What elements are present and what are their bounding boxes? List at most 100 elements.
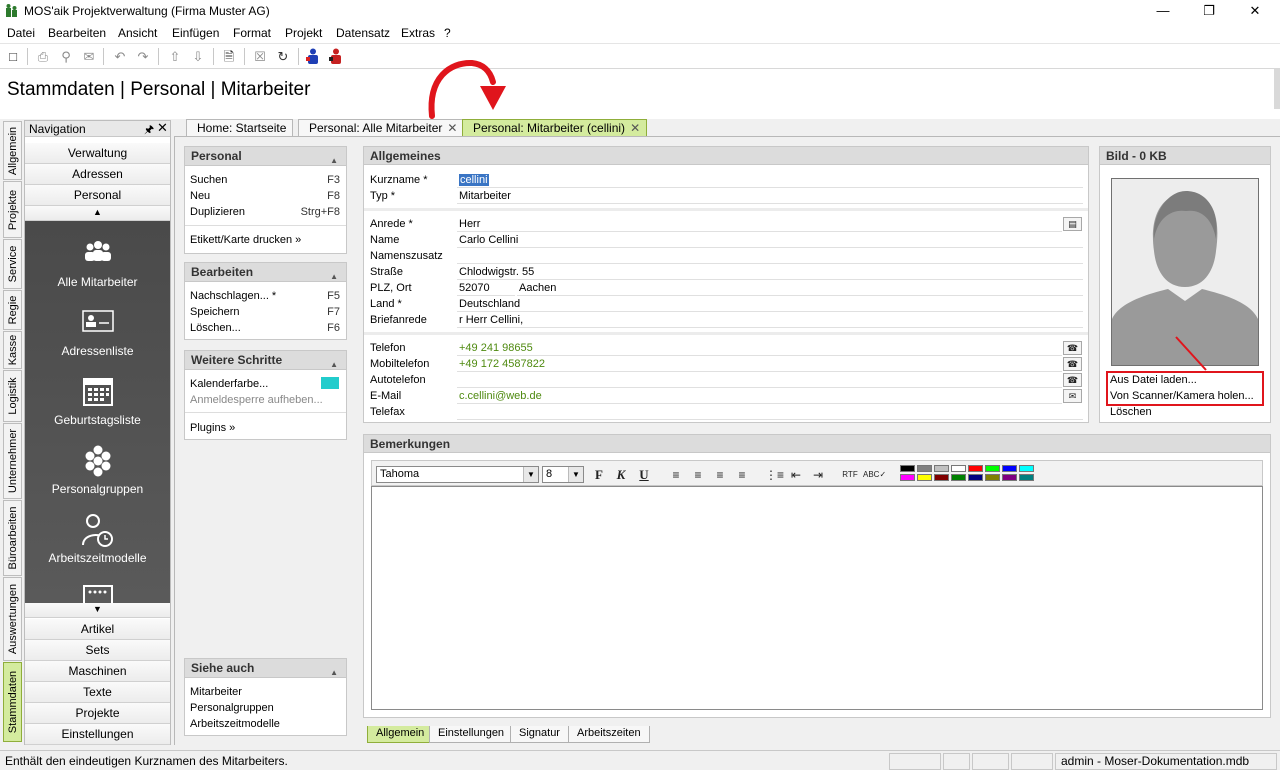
phone-dial-icon[interactable]: ☎ [1063, 341, 1082, 355]
print-preview-icon[interactable]: ⚲ [56, 47, 76, 67]
ort-field[interactable]: Aachen [517, 281, 1083, 296]
nav-scroll-up[interactable]: ▲ [25, 206, 170, 221]
action-duplizieren[interactable]: Duplizieren Strg+F8 [190, 206, 340, 218]
indent-icon[interactable]: ⇥ [809, 467, 827, 483]
color-swatch[interactable] [951, 474, 966, 481]
action-suchen[interactable]: Suchen F3 [190, 174, 340, 186]
vtab-allgemein[interactable]: Allgemein [3, 121, 22, 180]
close-tab-icon[interactable]: ✕ [447, 121, 457, 135]
document-search-icon[interactable]: 🗎 [219, 47, 239, 67]
anrede-lookup-icon[interactable]: ▤ [1063, 217, 1082, 231]
color-swatch[interactable] [1019, 465, 1034, 472]
color-swatch[interactable] [934, 474, 949, 481]
color-swatch[interactable] [1019, 474, 1034, 481]
action-kalenderfarbe[interactable]: Kalenderfarbe... [190, 378, 340, 390]
redo-icon[interactable]: ↷ [133, 47, 153, 67]
color-swatch[interactable] [985, 465, 1000, 472]
nav-projekte[interactable]: Projekte [25, 703, 170, 724]
tab-allgemein[interactable]: Allgemein [367, 726, 434, 743]
new-document-icon[interactable]: □ [3, 47, 23, 67]
action-neu[interactable]: Neu F8 [190, 190, 340, 202]
collapse-icon[interactable]: ▲ [330, 663, 338, 682]
nav-verwaltung[interactable]: Verwaltung [25, 143, 170, 164]
menu-format[interactable]: Format [233, 26, 271, 40]
kurzname-field[interactable]: cellini [457, 173, 1083, 188]
nav-texte[interactable]: Texte [25, 682, 170, 703]
align-left-icon[interactable]: ≡ [667, 467, 685, 483]
menu-einfuegen[interactable]: Einfügen [172, 26, 219, 40]
menu-datei[interactable]: Datei [7, 26, 35, 40]
link-arbeitszeitmodelle[interactable]: Arbeitszeitmodelle [190, 718, 340, 730]
anrede-field[interactable]: Herr [457, 217, 1062, 232]
close-icon[interactable]: ✕ [157, 120, 168, 136]
color-swatch[interactable] [900, 474, 915, 481]
action-speichern[interactable]: Speichern F7 [190, 306, 340, 318]
nav-item-adressenliste[interactable]: Adressenliste [25, 300, 170, 369]
nav-item-more[interactable] [25, 576, 170, 603]
phone-dial-icon[interactable]: ☎ [1063, 373, 1082, 387]
refresh-icon[interactable]: ↻ [273, 47, 293, 67]
menu-extras[interactable]: Extras [401, 26, 435, 40]
maximize-button[interactable]: ❐ [1186, 0, 1232, 22]
menu-help[interactable]: ? [444, 26, 451, 40]
vtab-projekte[interactable]: Projekte [3, 181, 22, 238]
nav-sets[interactable]: Sets [25, 640, 170, 661]
mobiltelefon-field[interactable]: +49 172 4587822 [457, 357, 1062, 372]
undo-icon[interactable]: ↶ [110, 47, 130, 67]
print-icon[interactable]: ⎙ [33, 47, 53, 67]
font-size-select[interactable]: 8 ▼ [542, 466, 584, 483]
nav-item-arbeitszeitmodelle[interactable]: Arbeitszeitmodelle [25, 507, 170, 576]
tab-einstellungen[interactable]: Einstellungen [429, 726, 514, 743]
tab-arbeitszeiten[interactable]: Arbeitszeiten [568, 726, 650, 743]
mail-icon[interactable]: ✉ [79, 47, 99, 67]
land-field[interactable]: Deutschland [457, 297, 1083, 312]
email-field[interactable]: c.cellini@web.de [457, 389, 1062, 404]
action-etikett-drucken[interactable]: Etikett/Karte drucken » [190, 234, 340, 246]
nav-scroll-down[interactable]: ▼ [25, 603, 170, 618]
bullet-list-icon[interactable]: ⋮≡ [765, 467, 784, 483]
color-swatch[interactable] [968, 474, 983, 481]
align-justify-icon[interactable]: ≡ [733, 467, 751, 483]
action-loeschen[interactable]: Löschen... F6 [190, 322, 340, 334]
nav-personal[interactable]: Personal [25, 185, 170, 206]
rtf-export-icon[interactable]: RTF [841, 467, 859, 483]
nav-item-alle-mitarbeiter[interactable]: Alle Mitarbeiter [25, 231, 170, 300]
align-center-icon[interactable]: ≡ [689, 467, 707, 483]
font-family-select[interactable]: Tahoma ▼ [376, 466, 539, 483]
tab-home-startseite[interactable]: Home: Startseite [186, 119, 294, 137]
arrow-up-icon[interactable]: ⇧ [165, 47, 185, 67]
nav-maschinen[interactable]: Maschinen [25, 661, 170, 682]
menu-ansicht[interactable]: Ansicht [118, 26, 157, 40]
close-tab-icon[interactable]: ✕ [630, 121, 640, 135]
bold-button[interactable]: F [590, 467, 608, 483]
color-swatch[interactable] [934, 465, 949, 472]
nav-einstellungen[interactable]: Einstellungen [25, 724, 170, 745]
cancel-icon[interactable]: ☒ [250, 47, 270, 67]
minimize-button[interactable]: — [1140, 0, 1186, 22]
pin-icon[interactable]: 🖈 [144, 121, 154, 140]
tab-alle-mitarbeiter[interactable]: Personal: Alle Mitarbeiter ✕ [298, 119, 465, 137]
menu-bearbeiten[interactable]: Bearbeiten [48, 26, 106, 40]
vtab-stammdaten[interactable]: Stammdaten [3, 662, 22, 742]
namenszusatz-field[interactable] [457, 249, 1083, 264]
bild-loeschen-link[interactable]: Löschen [1110, 406, 1152, 418]
underline-button[interactable]: U [635, 467, 653, 483]
action-plugins[interactable]: Plugins » [190, 422, 340, 434]
nav-artikel[interactable]: Artikel [25, 619, 170, 640]
color-swatch[interactable] [900, 465, 915, 472]
vtab-bueroarbeiten[interactable]: Büroarbeiten [3, 500, 22, 576]
tab-signatur[interactable]: Signatur [510, 726, 569, 743]
action-nachschlagen[interactable]: Nachschlagen... * F5 [190, 290, 340, 302]
vtab-auswertungen[interactable]: Auswertungen [3, 577, 22, 661]
color-swatch[interactable] [1002, 465, 1017, 472]
color-swatch[interactable] [1002, 474, 1017, 481]
spellcheck-icon[interactable]: ABC✓ [863, 467, 886, 483]
bemerkungen-editor[interactable] [371, 486, 1263, 710]
close-window-button[interactable]: ✕ [1232, 0, 1278, 22]
color-swatch[interactable] [917, 474, 932, 481]
nav-item-personalgruppen[interactable]: Personalgruppen [25, 438, 170, 507]
telefon-field[interactable]: +49 241 98655 [457, 341, 1062, 356]
collapse-icon[interactable]: ▲ [330, 151, 338, 170]
link-personalgruppen[interactable]: Personalgruppen [190, 702, 340, 714]
typ-field[interactable]: Mitarbeiter [457, 189, 1083, 204]
